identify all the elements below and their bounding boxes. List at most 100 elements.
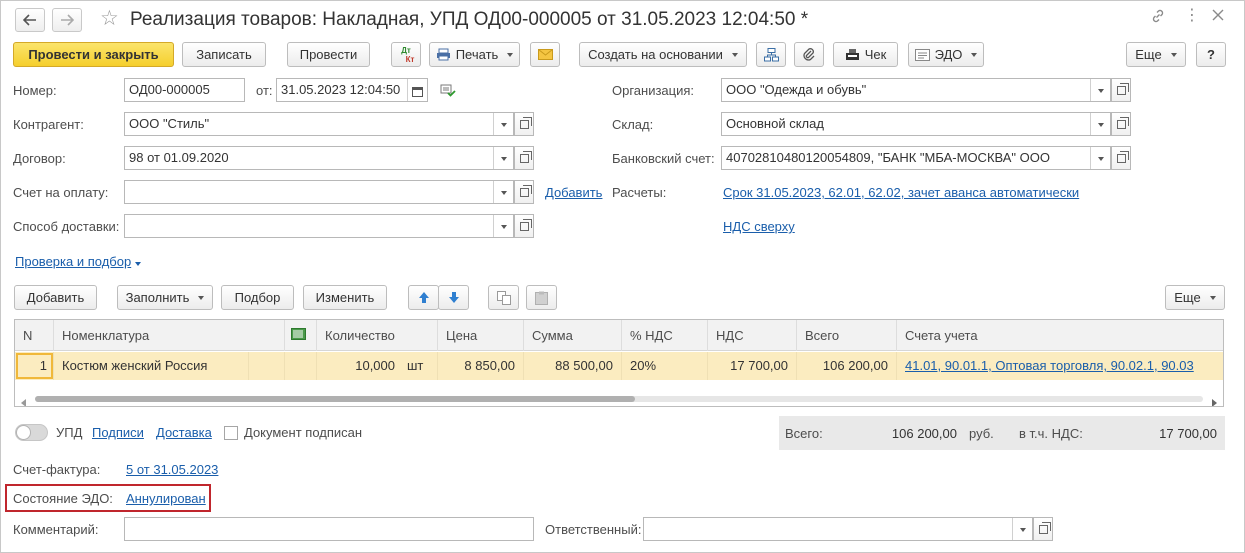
open-delivery-button[interactable] bbox=[514, 214, 534, 238]
check-and-select-link[interactable]: Проверка и подбор bbox=[15, 254, 142, 269]
organization-field[interactable]: ООО "Одежда и обувь" bbox=[721, 78, 1111, 102]
column-header-price[interactable]: Цена bbox=[438, 320, 524, 351]
chevron-down-icon[interactable] bbox=[493, 181, 513, 203]
move-down-button[interactable] bbox=[438, 285, 469, 310]
more-vertical-icon[interactable]: ⋮ bbox=[1184, 8, 1200, 24]
paste-row-button[interactable] bbox=[526, 285, 557, 310]
column-header-sum[interactable]: Сумма bbox=[524, 320, 622, 351]
cell-n[interactable]: 1 bbox=[15, 352, 54, 380]
delivery-link[interactable]: Доставка bbox=[156, 425, 212, 440]
chevron-down-icon[interactable] bbox=[1090, 113, 1110, 135]
goods-table: N Номенклатура Количество Цена Сумма % Н… bbox=[14, 319, 1224, 407]
cell-marking[interactable] bbox=[285, 352, 317, 380]
column-header-total[interactable]: Всего bbox=[797, 320, 897, 351]
create-based-on-button[interactable]: Создать на основании bbox=[579, 42, 747, 67]
open-responsible-button[interactable] bbox=[1033, 517, 1053, 541]
email-button[interactable] bbox=[530, 42, 560, 67]
save-button[interactable]: Записать bbox=[182, 42, 266, 67]
column-header-vat-rate[interactable]: % НДС bbox=[622, 320, 708, 351]
cell-qty[interactable]: 10,000 bbox=[317, 352, 403, 380]
chevron-down-icon[interactable] bbox=[1090, 79, 1110, 101]
open-warehouse-button[interactable] bbox=[1111, 112, 1131, 136]
scroll-right-icon[interactable] bbox=[1211, 395, 1217, 406]
open-contract-button[interactable] bbox=[514, 146, 534, 170]
cell-sum[interactable]: 88 500,00 bbox=[524, 352, 622, 380]
column-header-item[interactable]: Номенклатура bbox=[54, 320, 285, 351]
comment-field[interactable] bbox=[124, 517, 534, 541]
horizontal-scrollbar[interactable] bbox=[15, 390, 1223, 406]
column-header-vat[interactable]: НДС bbox=[708, 320, 797, 351]
open-organization-button[interactable] bbox=[1111, 78, 1131, 102]
star-icon[interactable]: ☆ bbox=[100, 8, 119, 30]
chevron-down-icon[interactable] bbox=[1090, 147, 1110, 169]
bank-account-value: 40702810480120054809, "БАНК "МБА-МОСКВА"… bbox=[726, 150, 1050, 165]
cell-price[interactable]: 8 850,00 bbox=[438, 352, 524, 380]
cell-accounts[interactable]: 41.01, 90.01.1, Оптовая торговля, 90.02.… bbox=[897, 352, 1223, 380]
invoice-field[interactable] bbox=[124, 180, 514, 204]
date-field[interactable]: 31.05.2023 12:04:50 bbox=[276, 78, 428, 102]
upd-toggle[interactable] bbox=[15, 424, 48, 441]
structure-button[interactable] bbox=[756, 42, 786, 67]
invoice-doc-link[interactable]: 5 от 31.05.2023 bbox=[126, 462, 218, 477]
fill-button[interactable]: Заполнить bbox=[117, 285, 213, 310]
counterparty-field[interactable]: ООО "Стиль" bbox=[124, 112, 514, 136]
contract-field[interactable]: 98 от 01.09.2020 bbox=[124, 146, 514, 170]
warehouse-field[interactable]: Основной склад bbox=[721, 112, 1111, 136]
accounting-entries-button[interactable]: Дт Кт bbox=[391, 42, 421, 67]
chevron-down-icon[interactable] bbox=[493, 113, 513, 135]
bank-account-field[interactable]: 40702810480120054809, "БАНК "МБА-МОСКВА"… bbox=[721, 146, 1111, 170]
post-button[interactable]: Провести bbox=[287, 42, 370, 67]
edo-button[interactable]: ЭДО bbox=[908, 42, 984, 67]
settlements-link[interactable]: Срок 31.05.2023, 62.01, 62.02, зачет ава… bbox=[723, 185, 1079, 200]
change-button[interactable]: Изменить bbox=[303, 285, 387, 310]
cell-vat[interactable]: 17 700,00 bbox=[708, 352, 797, 380]
table-row[interactable]: 1 Костюм женский Россия 10,000 шт 8 850,… bbox=[15, 352, 1223, 380]
print-button[interactable]: Печать bbox=[429, 42, 520, 67]
close-icon[interactable] bbox=[1212, 8, 1224, 25]
open-counterparty-button[interactable] bbox=[514, 112, 534, 136]
document-signed-checkbox[interactable] bbox=[224, 426, 238, 440]
number-field[interactable]: ОД00-000005 bbox=[124, 78, 245, 102]
cell-vat-rate[interactable]: 20% bbox=[622, 352, 708, 380]
help-button[interactable]: ? bbox=[1196, 42, 1226, 67]
attach-button[interactable] bbox=[794, 42, 824, 67]
responsible-field[interactable] bbox=[643, 517, 1033, 541]
copy-row-button[interactable] bbox=[488, 285, 519, 310]
selection-button[interactable]: Подбор bbox=[221, 285, 294, 310]
cell-unit[interactable]: шт bbox=[403, 352, 438, 380]
calendar-icon[interactable] bbox=[407, 79, 427, 101]
move-up-button[interactable] bbox=[408, 285, 439, 310]
table-more-button[interactable]: Еще bbox=[1165, 285, 1225, 310]
chevron-down-icon[interactable] bbox=[493, 215, 513, 237]
chevron-down-icon[interactable] bbox=[1012, 518, 1032, 540]
column-header-qty[interactable]: Количество bbox=[317, 320, 438, 351]
back-button[interactable] bbox=[15, 8, 45, 32]
open-invoice-button[interactable] bbox=[514, 180, 534, 204]
add-row-button[interactable]: Добавить bbox=[14, 285, 97, 310]
cell-item[interactable]: Костюм женский Россия bbox=[54, 352, 249, 380]
forward-button[interactable] bbox=[52, 8, 82, 32]
currency-label: руб. bbox=[969, 426, 994, 441]
delivery-method-field[interactable] bbox=[124, 214, 514, 238]
open-bank-account-button[interactable] bbox=[1111, 146, 1131, 170]
scroll-left-icon[interactable] bbox=[21, 395, 27, 406]
receipt-button[interactable]: Чек bbox=[833, 42, 898, 67]
signatures-link[interactable]: Подписи bbox=[92, 425, 144, 440]
chevron-down-icon[interactable] bbox=[493, 147, 513, 169]
column-header-characteristic[interactable] bbox=[285, 320, 317, 351]
cell-characteristic[interactable] bbox=[249, 352, 285, 380]
edo-state-link[interactable]: Аннулирован bbox=[126, 491, 206, 506]
arrow-right-icon bbox=[60, 14, 74, 26]
scroll-thumb[interactable] bbox=[35, 396, 635, 402]
post-and-close-button[interactable]: Провести и закрыть bbox=[13, 42, 174, 67]
column-header-accounts[interactable]: Счета учета bbox=[897, 320, 1223, 351]
cell-total[interactable]: 106 200,00 bbox=[797, 352, 897, 380]
edo-state-label: Состояние ЭДО: bbox=[13, 491, 113, 506]
column-header-n[interactable]: N bbox=[15, 320, 54, 351]
open-icon bbox=[1116, 150, 1129, 163]
vat-link[interactable]: НДС сверху bbox=[723, 219, 795, 234]
edo-label: ЭДО bbox=[934, 47, 963, 62]
more-button[interactable]: Еще bbox=[1126, 42, 1186, 67]
add-invoice-link[interactable]: Добавить bbox=[545, 185, 602, 200]
link-icon[interactable] bbox=[1150, 8, 1166, 28]
